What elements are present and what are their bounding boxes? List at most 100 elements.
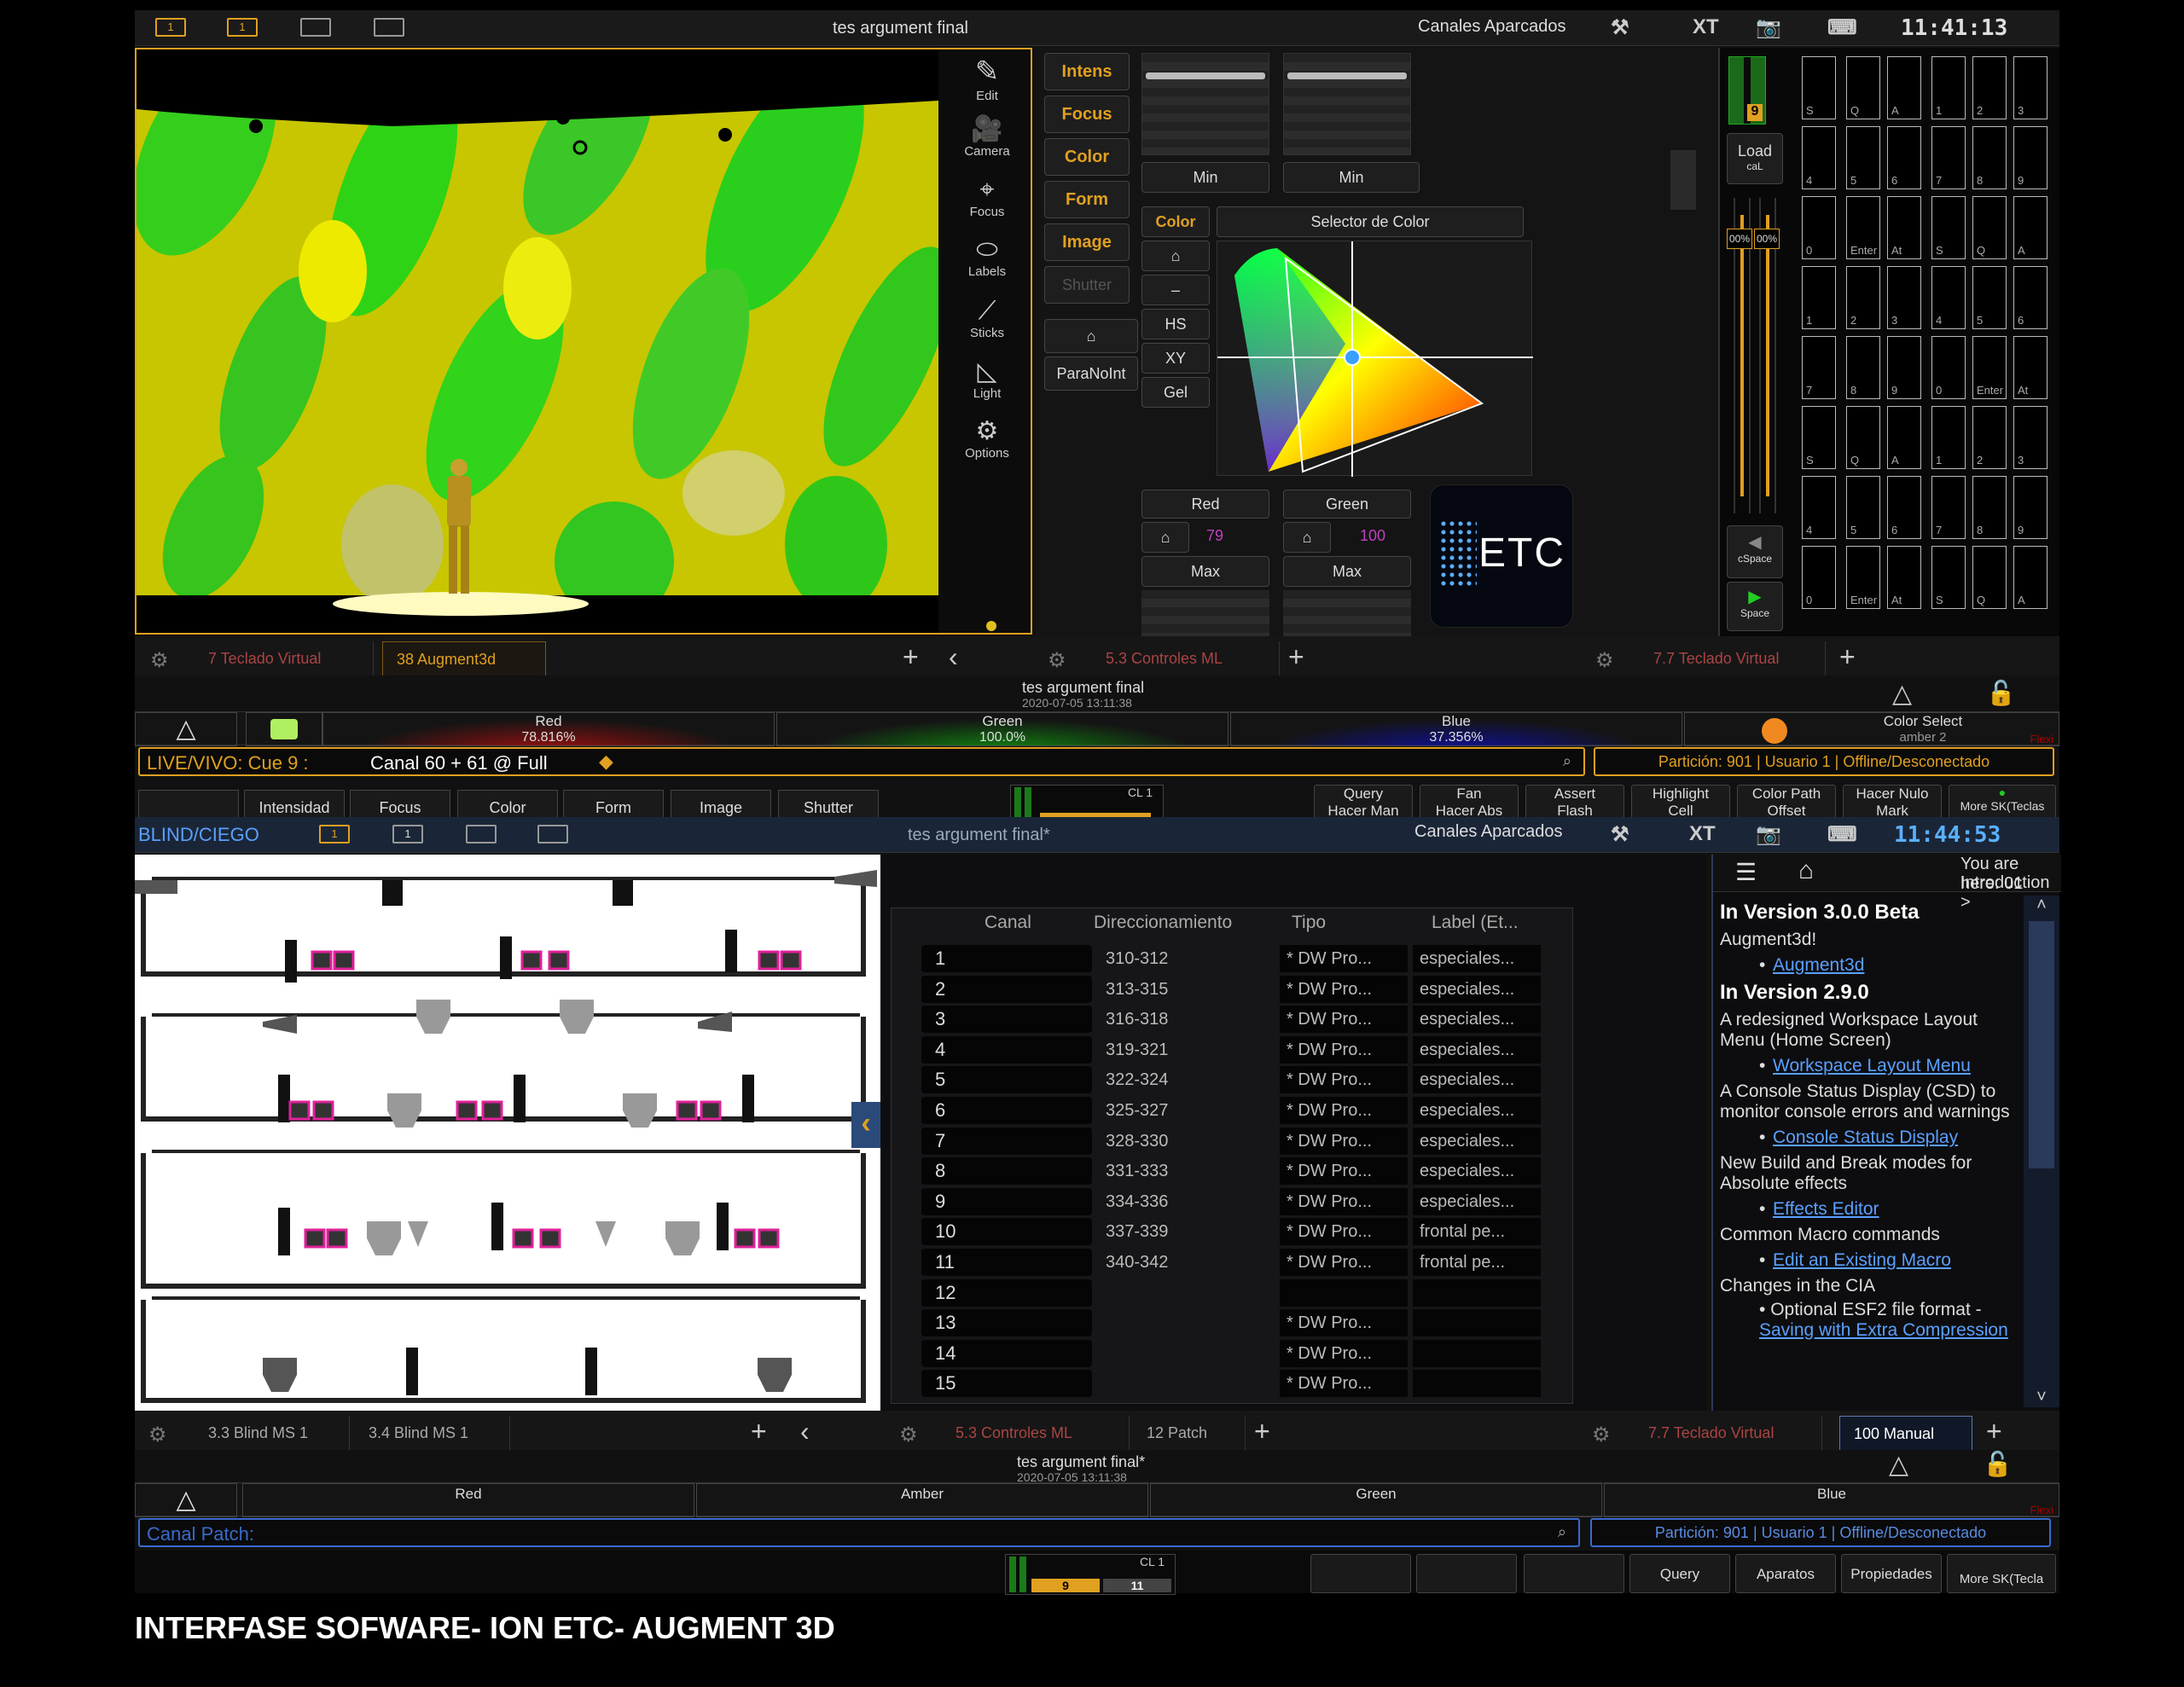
mix-blue-cell[interactable]: Blue 37.356% bbox=[1230, 712, 1682, 746]
patch-channel-cell[interactable]: 8 bbox=[921, 1157, 1092, 1186]
parked-channels-label[interactable]: Canales Aparcados bbox=[1414, 822, 1562, 842]
keypad-key[interactable]: S bbox=[1802, 56, 1836, 119]
color-mode-dash-button[interactable]: – bbox=[1141, 275, 1210, 305]
keypad-key[interactable]: 0 bbox=[1802, 196, 1836, 259]
softkey-highlight[interactable]: Highlight Cell bbox=[1631, 785, 1730, 820]
top-command-line[interactable]: LIVE/VIVO: Cue 9 : Canal 60 + 61 @ Full … bbox=[138, 747, 1585, 776]
keypad-key[interactable]: 9 bbox=[2013, 476, 2048, 539]
sticks-tool[interactable]: ⟋ Sticks bbox=[940, 297, 1031, 340]
patch-address-cell[interactable]: 325-327 bbox=[1106, 1097, 1168, 1124]
workspace-4-button[interactable] bbox=[374, 18, 404, 37]
light-tool[interactable]: ◺ Light bbox=[940, 357, 1031, 401]
param-focus-button[interactable]: Focus bbox=[1044, 96, 1130, 133]
patch-type-cell[interactable]: * DW Pro... bbox=[1280, 1309, 1408, 1337]
keypad-key[interactable]: A bbox=[2013, 196, 2048, 259]
patch-channel-cell[interactable]: 15 bbox=[921, 1370, 1092, 1398]
blind-stage-plan[interactable]: ‹ bbox=[135, 855, 880, 1411]
menu-icon[interactable]: ☰ bbox=[1735, 858, 1757, 886]
keypad-key[interactable]: 5 bbox=[1846, 126, 1880, 189]
help-link-augment3d[interactable]: Augment3d bbox=[1720, 955, 2018, 976]
param-shutter-button[interactable]: Shutter bbox=[1044, 266, 1130, 304]
chevron-down-icon[interactable]: ˅ bbox=[2024, 1388, 2059, 1407]
keypad-key[interactable]: 1 bbox=[1931, 56, 1966, 119]
patch-type-cell[interactable]: * DW Pro... bbox=[1280, 1035, 1408, 1064]
patch-channel-cell[interactable]: 7 bbox=[921, 1127, 1092, 1155]
camera-icon[interactable]: 📷 bbox=[1756, 15, 1781, 40]
keypad-key[interactable]: 3 bbox=[1887, 266, 1921, 329]
softkey-assert[interactable]: Assert Flash bbox=[1525, 785, 1624, 820]
keypad-key[interactable]: At bbox=[2013, 336, 2048, 399]
param-tab-focus[interactable]: Focus bbox=[350, 790, 450, 820]
patch-address-cell[interactable]: 310-312 bbox=[1106, 945, 1168, 972]
augment3d-viewport[interactable]: ✎ Edit 🎥 Camera ⌖ Focus ⬭ Labels ⟋ Sticks ◺ Li… bbox=[135, 48, 1032, 635]
param-intens-button[interactable]: Intens bbox=[1044, 53, 1130, 90]
patch-label-cell[interactable] bbox=[1413, 1278, 1541, 1307]
add-tab-plus-icon[interactable]: + bbox=[1986, 1416, 2002, 1447]
min-button-2[interactable]: Min bbox=[1283, 162, 1420, 193]
softkey-color-path[interactable]: Color Path Offset bbox=[1737, 785, 1836, 820]
keypad-key[interactable]: 2 bbox=[1972, 56, 2007, 119]
patch-label-cell[interactable]: frontal pe... bbox=[1413, 1249, 1541, 1276]
color-mode-home-button[interactable]: ⌂ bbox=[1141, 241, 1210, 271]
keypad-key[interactable]: At bbox=[1887, 196, 1921, 259]
keypad-key[interactable]: Q bbox=[1972, 546, 2007, 609]
chevron-left-icon[interactable]: ‹ bbox=[949, 641, 958, 673]
triangle-up-icon[interactable]: △ bbox=[1892, 679, 1912, 709]
patch-type-cell[interactable]: * DW Pro... bbox=[1280, 1157, 1408, 1186]
patch-label-cell[interactable]: especiales... bbox=[1413, 1006, 1541, 1034]
patch-label-cell[interactable]: especiales... bbox=[1413, 1066, 1541, 1094]
home-icon[interactable]: ⌂ bbox=[1798, 856, 1814, 885]
add-tab-plus-icon[interactable]: + bbox=[751, 1416, 767, 1447]
cue-list-fader[interactable]: CL 1 9 11 bbox=[1005, 1554, 1176, 1595]
focus-tool[interactable]: ⌖ Focus bbox=[940, 176, 1031, 219]
keypad-key[interactable]: 5 bbox=[1972, 266, 2007, 329]
add-tab-plus-icon[interactable]: + bbox=[1288, 641, 1304, 673]
workspace-4-button[interactable] bbox=[537, 825, 568, 844]
help-link-csd[interactable]: Console Status Display bbox=[1720, 1128, 2018, 1148]
softkey-blank-1[interactable] bbox=[1310, 1554, 1411, 1593]
patch-channel-cell[interactable]: 12 bbox=[921, 1278, 1092, 1307]
cue-list-fader[interactable]: CL 1 bbox=[1010, 785, 1164, 820]
patch-label-cell[interactable] bbox=[1413, 1370, 1541, 1398]
red-max-button[interactable]: Max bbox=[1141, 556, 1269, 587]
table-row[interactable]: 7 328-330 * DW Pro... especiales... bbox=[882, 1127, 1706, 1155]
patch-type-cell[interactable]: * DW Pro... bbox=[1280, 1218, 1408, 1246]
keypad-key[interactable]: 4 bbox=[1802, 126, 1836, 189]
softkey-query[interactable]: Query bbox=[1629, 1554, 1730, 1593]
keypad-key[interactable]: 6 bbox=[1887, 126, 1921, 189]
patch-label-cell[interactable]: especiales... bbox=[1413, 1157, 1541, 1186]
intens-slider-2[interactable] bbox=[1283, 53, 1411, 155]
tab-controles-ml[interactable]: 5.3 Controles ML bbox=[942, 1416, 1130, 1450]
mix-green-cell[interactable]: Green 100.0% bbox=[776, 712, 1228, 746]
chevron-left-icon[interactable]: ‹ bbox=[800, 1416, 810, 1447]
mix-toggle-button[interactable]: △ bbox=[135, 1483, 237, 1517]
gear-icon[interactable]: ⚙ bbox=[1592, 1423, 1611, 1447]
keypad-key[interactable]: Enter bbox=[1972, 336, 2007, 399]
keypad-key[interactable]: 7 bbox=[1802, 336, 1836, 399]
keypad-key[interactable]: 6 bbox=[1887, 476, 1921, 539]
patch-type-cell[interactable]: * DW Pro... bbox=[1280, 1370, 1408, 1398]
triangle-up-icon[interactable]: △ bbox=[1889, 1450, 1908, 1480]
table-row[interactable]: 13 * DW Pro... bbox=[882, 1309, 1706, 1337]
softkey-hacer-nulo[interactable]: Hacer Nulo Mark bbox=[1843, 785, 1942, 820]
table-row[interactable]: 4 319-321 * DW Pro... especiales... bbox=[882, 1035, 1706, 1064]
table-row[interactable]: 1 310-312 * DW Pro... especiales... bbox=[882, 945, 1706, 972]
patch-type-cell[interactable]: * DW Pro... bbox=[1280, 1097, 1408, 1124]
header-tipo[interactable]: Tipo bbox=[1292, 913, 1326, 933]
workspace-3-button[interactable] bbox=[466, 825, 497, 844]
gear-icon[interactable]: ⚙ bbox=[150, 648, 169, 673]
keypad-key[interactable]: 7 bbox=[1931, 126, 1966, 189]
patch-address-cell[interactable]: 328-330 bbox=[1106, 1128, 1168, 1155]
param-image-button[interactable]: Image bbox=[1044, 223, 1130, 261]
patch-type-cell[interactable]: * DW Pro... bbox=[1280, 975, 1408, 1003]
param-color-button[interactable]: Color bbox=[1044, 138, 1130, 176]
green-home-button[interactable]: ⌂ bbox=[1283, 522, 1331, 553]
keypad-key[interactable]: 3 bbox=[2013, 406, 2048, 469]
table-row[interactable]: 12 bbox=[882, 1278, 1706, 1307]
patch-label-cell[interactable]: especiales... bbox=[1413, 1035, 1541, 1064]
workspace-3-button[interactable] bbox=[300, 18, 331, 37]
patch-label-cell[interactable]: especiales... bbox=[1413, 975, 1541, 1003]
patch-type-cell[interactable]: * DW Pro... bbox=[1280, 1249, 1408, 1276]
param-tab-image[interactable]: Image bbox=[671, 790, 771, 820]
keypad-key[interactable]: Q bbox=[1846, 56, 1880, 119]
